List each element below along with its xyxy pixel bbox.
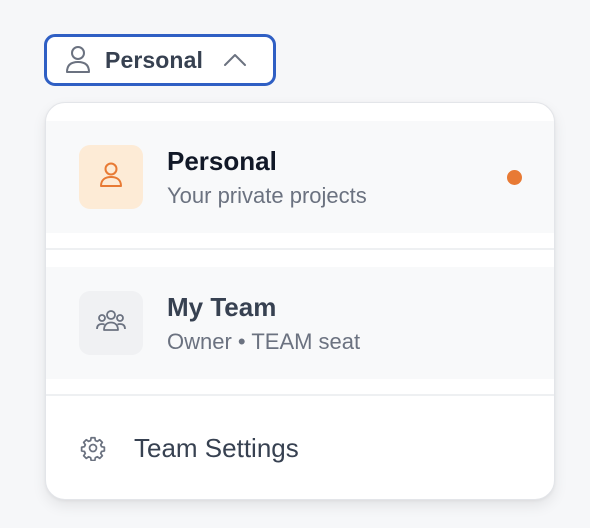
- team-settings-label: Team Settings: [134, 432, 299, 463]
- menu-item-title: My Team: [167, 291, 277, 322]
- divider: [46, 248, 554, 250]
- workspace-avatar: [79, 145, 143, 209]
- workspace-switcher-label: Personal: [105, 46, 203, 73]
- user-icon: [65, 45, 91, 75]
- users-icon: [95, 308, 127, 339]
- menu-item-personal[interactable]: Personal Your private projects: [46, 121, 554, 233]
- team-settings-item[interactable]: Team Settings: [46, 403, 554, 493]
- selected-indicator-dot: [507, 170, 522, 185]
- gear-icon: [80, 435, 106, 461]
- menu-item-subtitle: Owner • TEAM seat: [167, 328, 361, 354]
- workspace-avatar: [79, 291, 143, 355]
- user-icon: [98, 161, 124, 194]
- chevron-up-icon: [223, 53, 247, 67]
- workspace-dropdown-menu: Personal Your private projects My Team O…: [45, 102, 555, 500]
- menu-item-my-team[interactable]: My Team Owner • TEAM seat: [46, 267, 554, 379]
- workspace-switcher-button[interactable]: Personal: [44, 34, 276, 86]
- workspace-switcher: Personal Personal Your private projects: [0, 0, 590, 528]
- menu-item-title: Personal: [167, 145, 277, 176]
- menu-item-subtitle: Your private projects: [167, 182, 367, 208]
- divider: [46, 394, 554, 396]
